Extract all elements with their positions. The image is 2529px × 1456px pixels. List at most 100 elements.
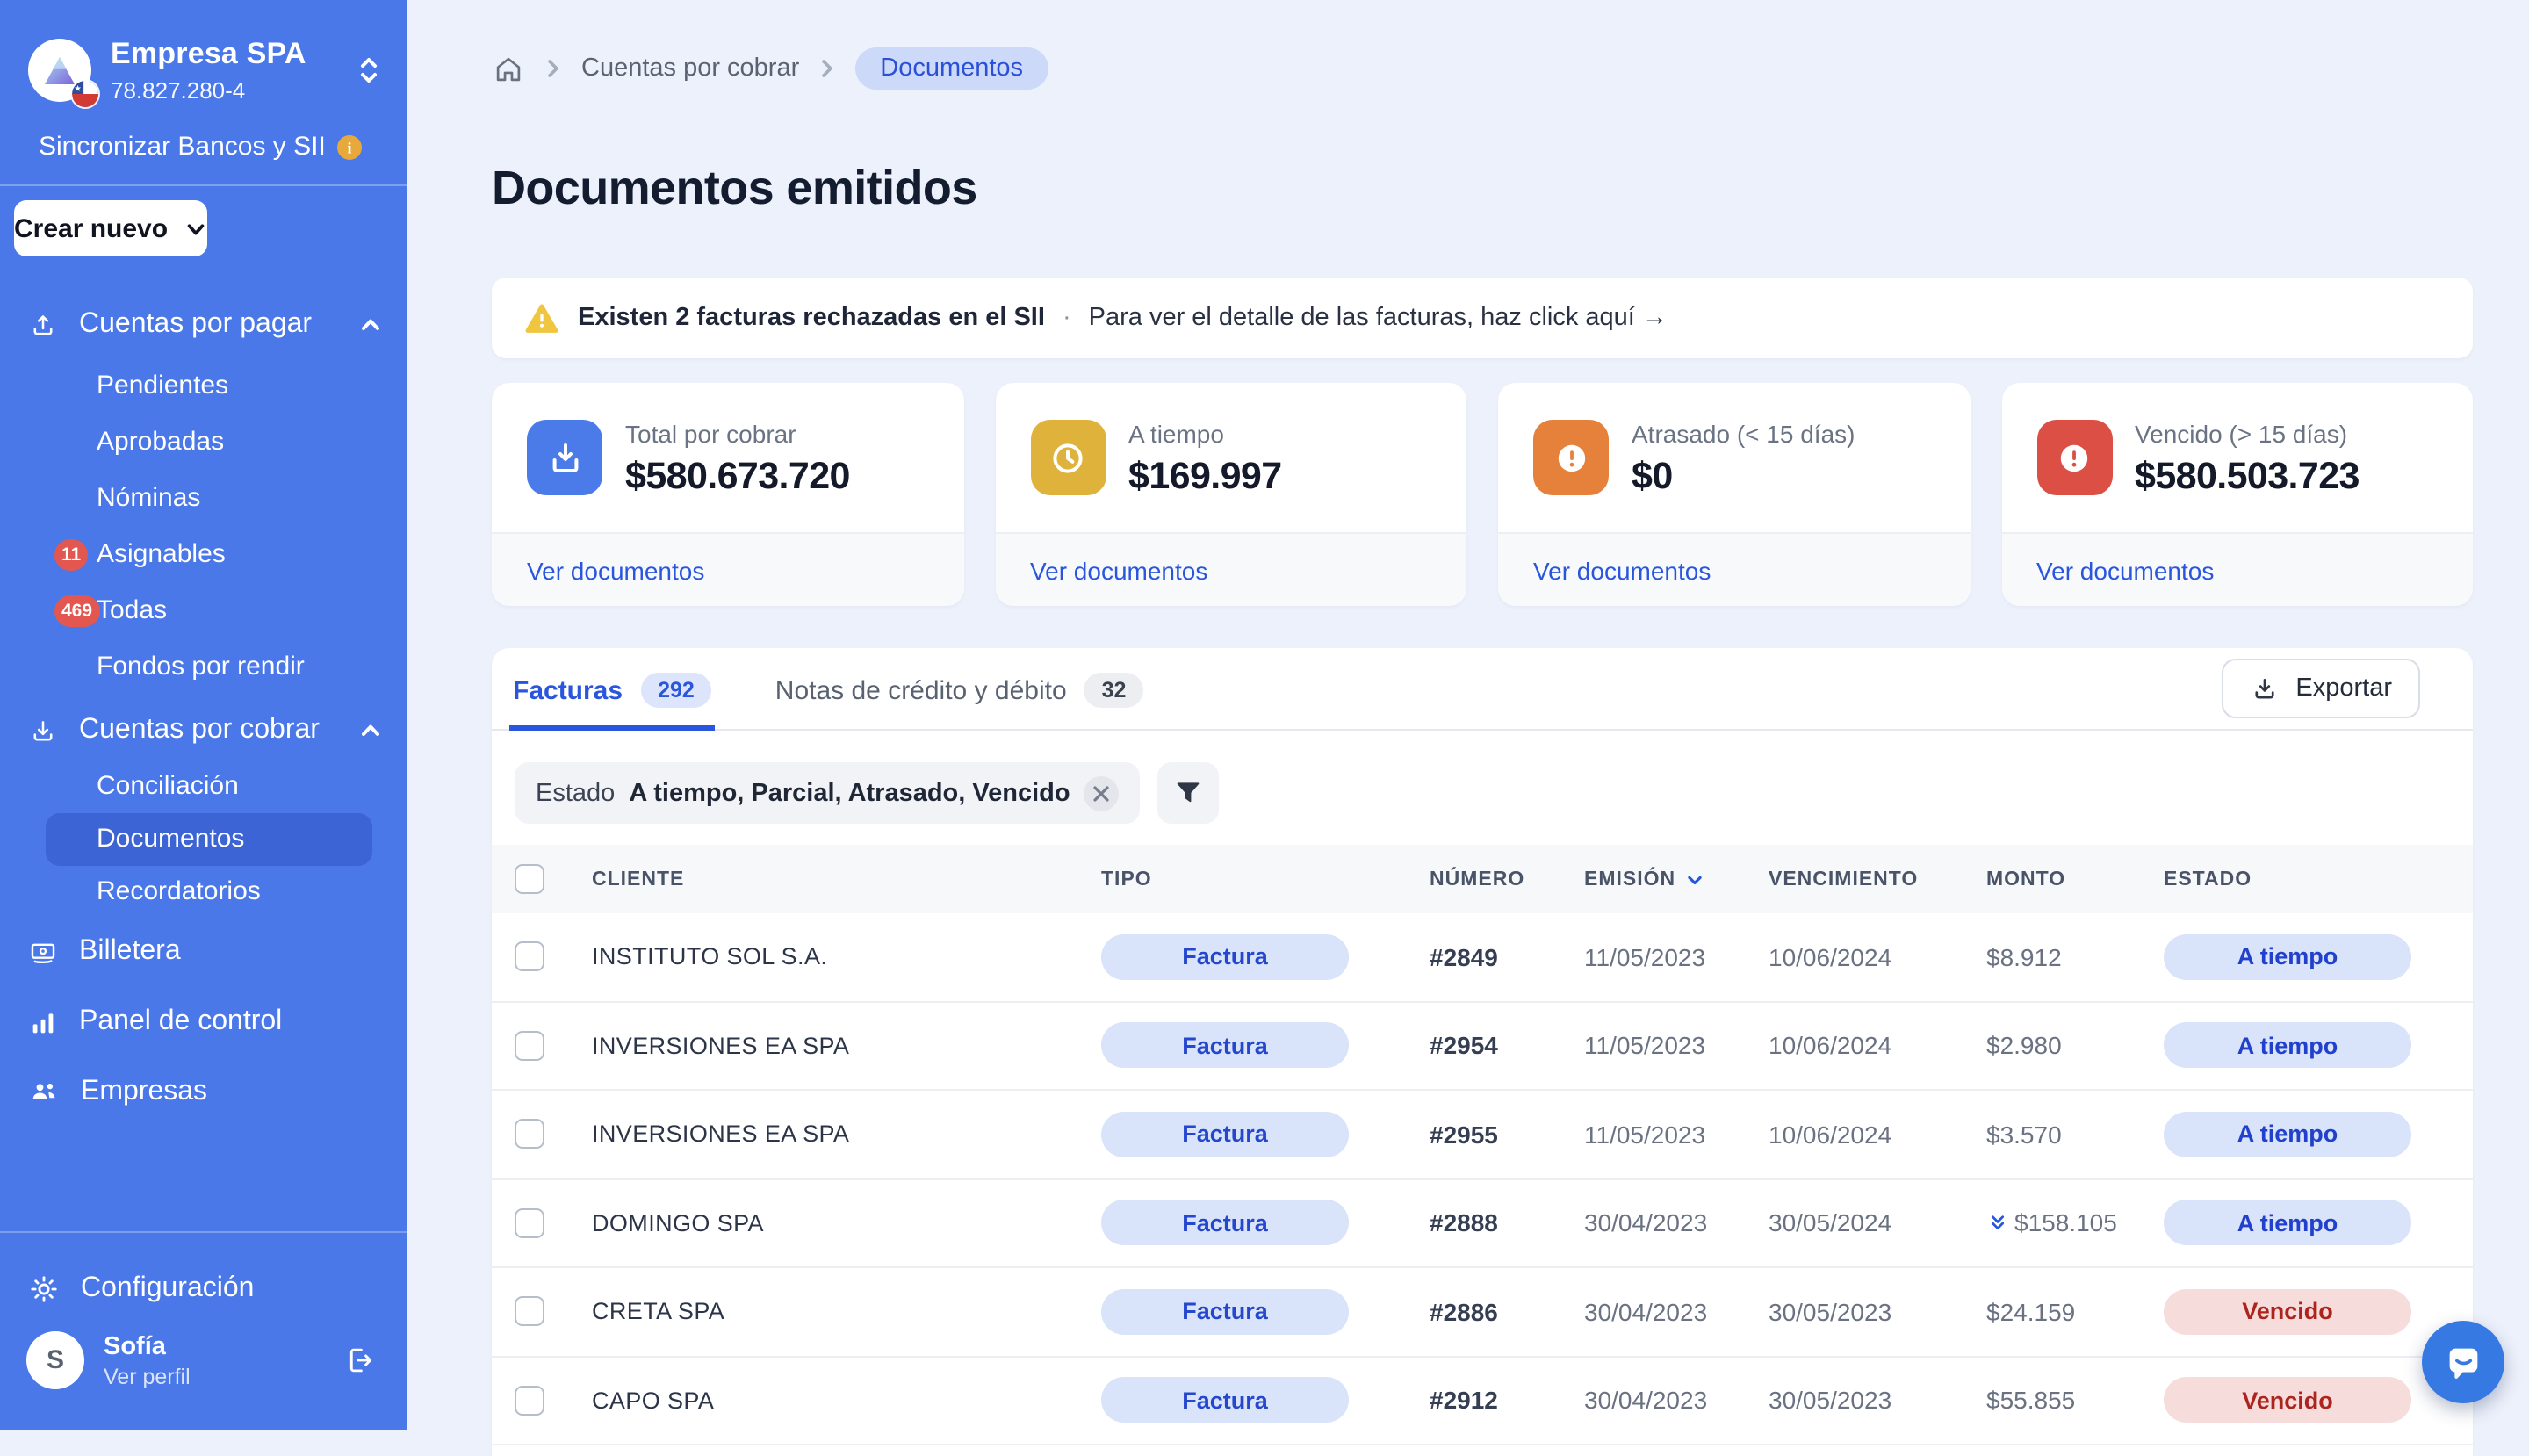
issue-date: 11/05/2023 <box>1584 1032 1769 1060</box>
col-estado: ESTADO <box>2164 869 2415 890</box>
sidebar-item-conciliacion[interactable]: Conciliación <box>0 760 407 813</box>
chat-button[interactable] <box>2422 1321 2504 1403</box>
sidebar-item-asignables[interactable]: 11 Asignables <box>0 527 407 583</box>
count-badge: 11 <box>54 539 88 571</box>
main-content: Cuentas por cobrar Documentos Documentos… <box>407 0 2529 1430</box>
logout-icon[interactable] <box>342 1344 376 1377</box>
table-row[interactable]: INVERSIONES EA SPA Factura #2955 11/05/2… <box>492 1091 2473 1179</box>
filter-label: Estado <box>536 779 615 807</box>
alert-circle-icon <box>1533 420 1609 495</box>
tab-notas-credito-debito[interactable]: Notas de crédito y débito 32 <box>772 673 1148 731</box>
page-title: Documentos emitidos <box>492 162 2473 216</box>
link-label: Panel de control <box>79 1006 282 1038</box>
sidebar-item-fondos-por-rendir[interactable]: Fondos por rendir <box>0 639 407 696</box>
sidebar-item-aprobadas[interactable]: Aprobadas <box>0 414 407 471</box>
rejected-invoices-alert: Existen 2 facturas rechazadas en el SII … <box>492 278 2473 358</box>
status-badge: A tiempo <box>2164 1023 2411 1069</box>
home-icon[interactable] <box>492 52 525 85</box>
ver-documentos-link[interactable]: Ver documentos <box>1533 556 1711 584</box>
sort-desc-icon <box>1682 867 1707 891</box>
export-label: Exportar <box>2295 674 2392 703</box>
view-profile-link[interactable]: Ver perfil <box>104 1364 323 1388</box>
tab-label: Notas de crédito y débito <box>775 675 1067 705</box>
submenu-cuentas-por-pagar: Pendientes Aprobadas Nóminas 11 Asignabl… <box>0 358 407 696</box>
row-checkbox[interactable] <box>515 942 544 972</box>
summary-cards: Total por cobrar $580.673.720 Ver docume… <box>492 383 2473 606</box>
sidebar-bottom-divider <box>0 1231 407 1233</box>
wallet-icon <box>28 937 58 967</box>
card-value: $0 <box>1632 455 1855 499</box>
sidebar-section-cuentas-por-pagar[interactable]: Cuentas por pagar <box>0 306 407 344</box>
sidebar: Empresa SPA 78.827.280-4 Sincronizar Ban… <box>0 0 407 1430</box>
sidebar-item-pendientes[interactable]: Pendientes <box>0 358 407 414</box>
download-icon <box>2250 674 2280 703</box>
sidebar-item-empresas[interactable]: Empresas <box>0 1066 407 1119</box>
due-date: 10/06/2024 <box>1769 943 1986 971</box>
profile-row[interactable]: S Sofía Ver perfil <box>0 1331 407 1389</box>
row-checkbox[interactable] <box>515 1031 544 1061</box>
link-label: Empresas <box>81 1077 207 1108</box>
card-vencido: Vencido (> 15 días) $580.503.723 Ver doc… <box>2001 383 2473 606</box>
amount: $3.570 <box>1986 1121 2164 1149</box>
remove-filter-icon[interactable] <box>1084 775 1120 811</box>
breadcrumb-parent[interactable]: Cuentas por cobrar <box>581 54 799 83</box>
doc-number: #2954 <box>1430 1032 1584 1060</box>
sidebar-item-todas[interactable]: 469 Todas <box>0 583 407 639</box>
amount: $8.912 <box>1986 943 2164 971</box>
amount: $24.159 <box>1986 1298 2164 1326</box>
row-checkbox[interactable] <box>515 1386 544 1416</box>
card-value: $580.503.723 <box>2135 455 2360 499</box>
col-emision[interactable]: EMISIÓN <box>1584 867 1769 891</box>
section-label: Cuentas por cobrar <box>79 715 337 746</box>
breadcrumb-current[interactable]: Documentos <box>855 47 1048 90</box>
ver-documentos-link[interactable]: Ver documentos <box>527 556 704 584</box>
select-all-checkbox[interactable] <box>515 864 544 894</box>
item-label: Fondos por rendir <box>97 652 305 681</box>
table-row[interactable]: INSTITUTO SOL S.A. Factura #2849 11/05/2… <box>492 913 2473 1002</box>
item-label: Pendientes <box>97 371 228 400</box>
ver-documentos-link[interactable]: Ver documentos <box>2036 556 2214 584</box>
tab-facturas[interactable]: Facturas 292 <box>509 673 716 731</box>
company-rut: 78.827.280-4 <box>111 77 335 104</box>
sidebar-item-configuracion[interactable]: Configuración <box>0 1268 407 1310</box>
row-checkbox[interactable] <box>515 1120 544 1150</box>
sidebar-item-documentos[interactable]: Documentos <box>46 813 372 866</box>
issue-date: 30/04/2023 <box>1584 1298 1769 1326</box>
ver-documentos-link[interactable]: Ver documentos <box>1030 556 1207 584</box>
documents-panel: Facturas 292 Notas de crédito y débito 3… <box>492 648 2473 1456</box>
issue-date: 11/05/2023 <box>1584 1121 1769 1149</box>
partial-payment-icon <box>1986 1212 2009 1235</box>
funnel-icon <box>1174 778 1204 808</box>
client-name: INVERSIONES EA SPA <box>592 1121 1101 1148</box>
alert-circle-icon <box>2036 420 2112 495</box>
export-button[interactable]: Exportar <box>2222 659 2420 718</box>
table-row[interactable]: CRETA SPA Factura #2886 30/04/2023 30/05… <box>492 1268 2473 1357</box>
filter-button[interactable] <box>1158 762 1220 824</box>
sidebar-item-nominas[interactable]: Nóminas <box>0 471 407 527</box>
row-checkbox[interactable] <box>515 1208 544 1238</box>
table-row[interactable]: CAPO SPA Factura #2912 30/04/2023 30/05/… <box>492 1357 2473 1445</box>
row-checkbox[interactable] <box>515 1297 544 1327</box>
table-row[interactable]: DOMINGO SPA Factura #2888 30/04/2023 30/… <box>492 1179 2473 1268</box>
type-badge: Factura <box>1101 1112 1349 1157</box>
type-badge: Factura <box>1101 934 1349 980</box>
col-monto: MONTO <box>1986 869 2164 890</box>
sync-banks-link[interactable]: Sincronizar Bancos y SII i <box>39 132 379 162</box>
card-value: $580.673.720 <box>625 455 850 499</box>
company-logo <box>28 39 91 102</box>
warning-icon <box>523 299 560 336</box>
issue-date: 30/04/2023 <box>1584 1387 1769 1415</box>
create-new-button[interactable]: Crear nuevo <box>14 200 206 256</box>
sidebar-section-cuentas-por-cobrar[interactable]: Cuentas por cobrar <box>0 711 407 750</box>
sidebar-item-billetera[interactable]: Billetera <box>0 926 407 978</box>
table-row[interactable]: INVERSIONES EA SPA Factura #2954 11/05/2… <box>492 1002 2473 1091</box>
col-vencimiento: VENCIMIENTO <box>1769 869 1986 890</box>
chevron-up-icon <box>358 718 383 743</box>
issue-date: 30/04/2023 <box>1584 1209 1769 1237</box>
issue-date: 11/05/2023 <box>1584 943 1769 971</box>
alert-detail-link[interactable]: Para ver el detalle de las facturas, haz… <box>1089 304 1668 332</box>
sidebar-item-recordatorios[interactable]: Recordatorios <box>0 866 407 919</box>
sidebar-item-panel-de-control[interactable]: Panel de control <box>0 996 407 1049</box>
col-numero: NÚMERO <box>1430 869 1584 890</box>
company-switcher[interactable]: Empresa SPA 78.827.280-4 <box>28 37 383 104</box>
